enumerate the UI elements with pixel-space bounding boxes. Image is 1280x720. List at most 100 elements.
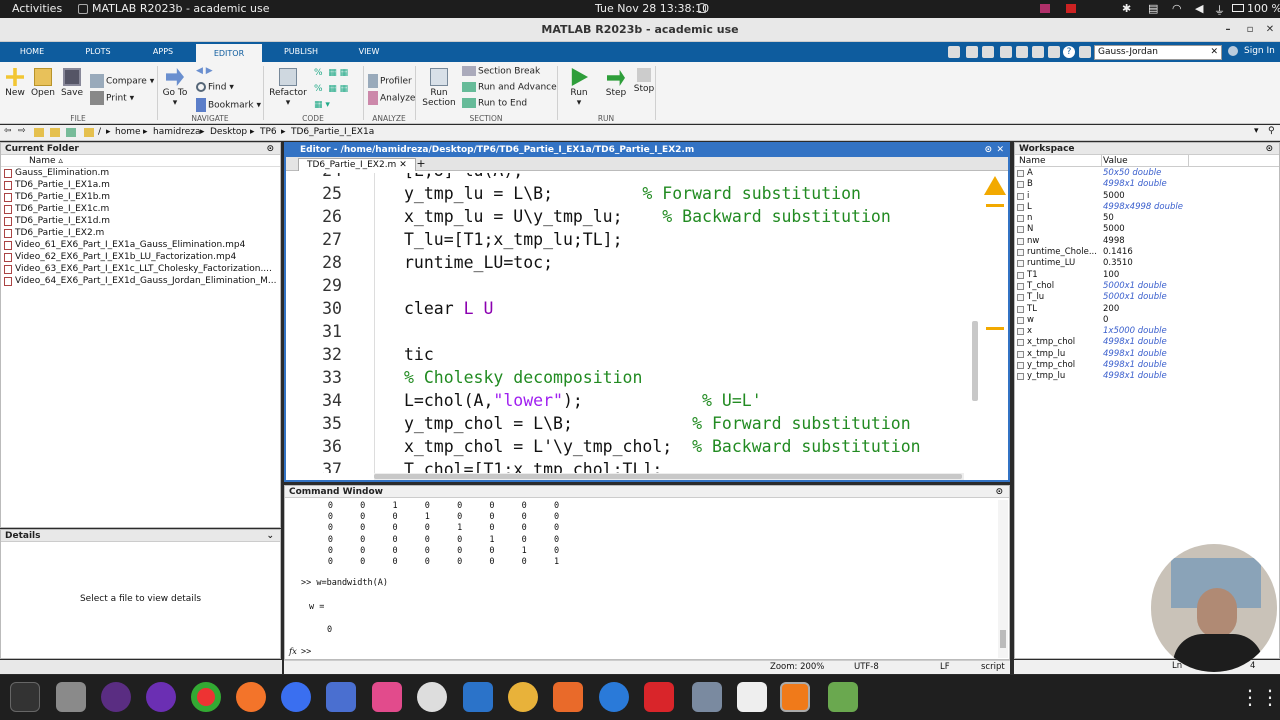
section-break-button[interactable]: Section Break bbox=[462, 66, 540, 77]
file-item[interactable]: TD6_Partie_I_EX1a.m bbox=[1, 179, 280, 191]
command-scrollbar[interactable] bbox=[998, 500, 1008, 658]
run-section-button[interactable]: Run Section bbox=[420, 68, 458, 108]
run-and-advance-button[interactable]: Run and Advance bbox=[462, 82, 557, 93]
refactor-button[interactable]: Refactor ▾ bbox=[268, 68, 308, 108]
show-apps-icon[interactable]: ⋮⋮ bbox=[1240, 682, 1280, 712]
new-button[interactable]: New bbox=[4, 68, 26, 98]
save-button[interactable]: Save bbox=[60, 68, 84, 98]
panel-menu-icon[interactable]: ⊙ bbox=[266, 143, 274, 155]
record-indicator-icon[interactable] bbox=[1066, 4, 1076, 13]
wifi-icon[interactable]: ◠ bbox=[1172, 2, 1182, 15]
text-editor-icon[interactable] bbox=[737, 682, 767, 712]
editor-vertical-scrollbar[interactable] bbox=[972, 173, 980, 469]
help-app-icon[interactable] bbox=[599, 682, 629, 712]
workspace-variable-row[interactable]: x 1x5000 double bbox=[1015, 326, 1279, 337]
code-line[interactable]: 27 T_lu=[T1;x_tmp_lu;TL]; bbox=[286, 228, 966, 251]
code-line[interactable]: 26 x_tmp_lu = U\y_tmp_lu; % Backward subs… bbox=[286, 205, 966, 228]
home-folder-icon[interactable] bbox=[66, 128, 76, 137]
hscroll-thumb[interactable] bbox=[374, 474, 962, 479]
path-home[interactable]: home bbox=[115, 127, 141, 137]
workspace-variable-row[interactable]: x_tmp_lu 4998x1 double bbox=[1015, 349, 1279, 360]
code-area[interactable]: 24 [L,U]=lu(A); 25 y_tmp_lu = L\B; % Forwa… bbox=[286, 173, 966, 473]
tab-close-icon[interactable]: ✕ bbox=[399, 160, 407, 170]
close-window-button[interactable]: ✕ bbox=[1262, 22, 1278, 38]
workspace-variable-row[interactable]: T1 100 bbox=[1015, 270, 1279, 281]
workspace-variable-row[interactable]: N 5000 bbox=[1015, 224, 1279, 235]
warning-icon[interactable] bbox=[984, 176, 1006, 195]
command-scroll-thumb[interactable] bbox=[1000, 630, 1006, 648]
address-dropdown-icon[interactable]: ▾ bbox=[1254, 126, 1259, 136]
app-store-icon[interactable] bbox=[553, 682, 583, 712]
file-item[interactable]: Gauss_Elimination.m bbox=[1, 167, 280, 179]
open-button[interactable]: Open bbox=[30, 68, 56, 98]
file-item[interactable]: Video_64_EX6_Part_I_EX1d_Gauss_Jordan_El… bbox=[1, 275, 280, 287]
stop-button[interactable]: Stop bbox=[632, 68, 656, 94]
print-button[interactable]: Print ▾ bbox=[90, 91, 134, 105]
workspace-variable-row[interactable]: nw 4998 bbox=[1015, 236, 1279, 247]
tab-publish[interactable]: PUBLISH bbox=[276, 42, 326, 62]
back-forward-icons[interactable]: ◀ ▶ bbox=[196, 66, 213, 76]
name-column-header[interactable]: Name ▵ bbox=[1, 155, 280, 167]
tab-plots[interactable]: PLOTS bbox=[76, 42, 120, 62]
tab-apps[interactable]: APPS bbox=[142, 42, 184, 62]
matlab-dock-icon[interactable] bbox=[780, 682, 810, 712]
path-desktop[interactable]: Desktop bbox=[210, 127, 247, 137]
find-button[interactable]: Find ▾ bbox=[196, 82, 234, 93]
volume-icon[interactable]: ◀ bbox=[1195, 2, 1203, 15]
path-current[interactable]: TD6_Partie_I_EX1a bbox=[291, 127, 374, 137]
code-line[interactable]: 25 y_tmp_lu = L\B; % Forward substitution bbox=[286, 182, 966, 205]
download-manager-icon[interactable] bbox=[372, 682, 402, 712]
collapse-icon[interactable]: ⌄ bbox=[266, 530, 274, 542]
browse-folder-icon[interactable] bbox=[50, 128, 60, 137]
code-line[interactable]: 36 x_tmp_chol = L'\y_tmp_chol; % Backward… bbox=[286, 435, 966, 458]
tab-home[interactable]: HOME bbox=[12, 42, 52, 62]
anki-icon[interactable] bbox=[417, 682, 447, 712]
file-item[interactable]: TD6_Partie_I_EX1b.m bbox=[1, 191, 280, 203]
save-quick-icon[interactable] bbox=[948, 46, 960, 58]
cut-quick-icon[interactable] bbox=[966, 46, 978, 58]
redo-quick-icon[interactable] bbox=[1032, 46, 1044, 58]
code-line[interactable]: 35 y_tmp_chol = L\B; % Forward substituti… bbox=[286, 412, 966, 435]
copy-quick-icon[interactable] bbox=[982, 46, 994, 58]
uncomment-icons[interactable]: % ▦ ▦ bbox=[314, 84, 348, 94]
ws-name-column[interactable]: Name bbox=[1019, 155, 1046, 167]
editor-close-icon[interactable]: ✕ bbox=[996, 144, 1004, 157]
run-to-end-button[interactable]: Run to End bbox=[462, 98, 527, 109]
search-documentation-input[interactable]: Gauss-Jordan ✕ bbox=[1094, 45, 1222, 60]
warning-marker[interactable] bbox=[986, 327, 1004, 330]
battery-level[interactable]: 100 % bbox=[1247, 2, 1280, 15]
profiler-button[interactable]: Profiler bbox=[368, 74, 412, 88]
goto-button[interactable]: Go To ▾ bbox=[162, 68, 188, 108]
firefox-icon[interactable] bbox=[236, 682, 266, 712]
firefox-dev-icon[interactable] bbox=[281, 682, 311, 712]
maximize-button[interactable]: ▫ bbox=[1242, 22, 1258, 38]
workspace-variable-row[interactable]: y_tmp_chol 4998x1 double bbox=[1015, 360, 1279, 371]
mic-icon[interactable]: ⏚ bbox=[1214, 2, 1225, 18]
clear-search-icon[interactable]: ✕ bbox=[1210, 46, 1218, 59]
kde-connect-icon[interactable] bbox=[463, 682, 493, 712]
workspace-variable-row[interactable]: y_tmp_lu 4998x1 double bbox=[1015, 371, 1279, 382]
file-item[interactable]: Video_63_EX6_Part_I_EX1c_LLT_Cholesky_Fa… bbox=[1, 263, 280, 275]
workspace-variable-row[interactable]: A 50x50 double bbox=[1015, 168, 1279, 179]
compare-button[interactable]: Compare ▾ bbox=[90, 74, 154, 88]
back-icon[interactable]: ⇦ bbox=[4, 126, 12, 136]
file-item[interactable]: TD6_Partie_I_EX2.m bbox=[1, 227, 280, 239]
app-name-menu[interactable]: MATLAB R2023b - academic use bbox=[92, 2, 269, 15]
chrome-dev-icon[interactable] bbox=[191, 682, 221, 712]
workspace-variable-row[interactable]: runtime_Chole... 0.1416 bbox=[1015, 247, 1279, 258]
tab-editor[interactable]: EDITOR bbox=[196, 42, 262, 62]
sign-in-link[interactable]: Sign In bbox=[1244, 46, 1275, 56]
code-line[interactable]: 30 clear L U bbox=[286, 297, 966, 320]
undo-quick-icon[interactable] bbox=[1016, 46, 1028, 58]
scroll-thumb[interactable] bbox=[972, 321, 978, 401]
workspace-variable-row[interactable]: w0 bbox=[1015, 315, 1279, 326]
indicator-icon[interactable] bbox=[1040, 4, 1050, 13]
code-line[interactable]: 33 % Cholesky decomposition bbox=[286, 366, 966, 389]
file-item[interactable]: Video_62_EX6_Part_I_EX1b_LU_Factorizatio… bbox=[1, 251, 280, 263]
path-user[interactable]: hamidreza bbox=[153, 127, 200, 137]
podcast-app-icon[interactable] bbox=[146, 682, 176, 712]
files-icon[interactable] bbox=[56, 682, 86, 712]
path-tp6[interactable]: TP6 bbox=[260, 127, 277, 137]
bluetooth-icon[interactable]: ✱ bbox=[1122, 2, 1131, 15]
command-output[interactable]: 0010000000010000000010000000010000000010… bbox=[289, 500, 997, 660]
